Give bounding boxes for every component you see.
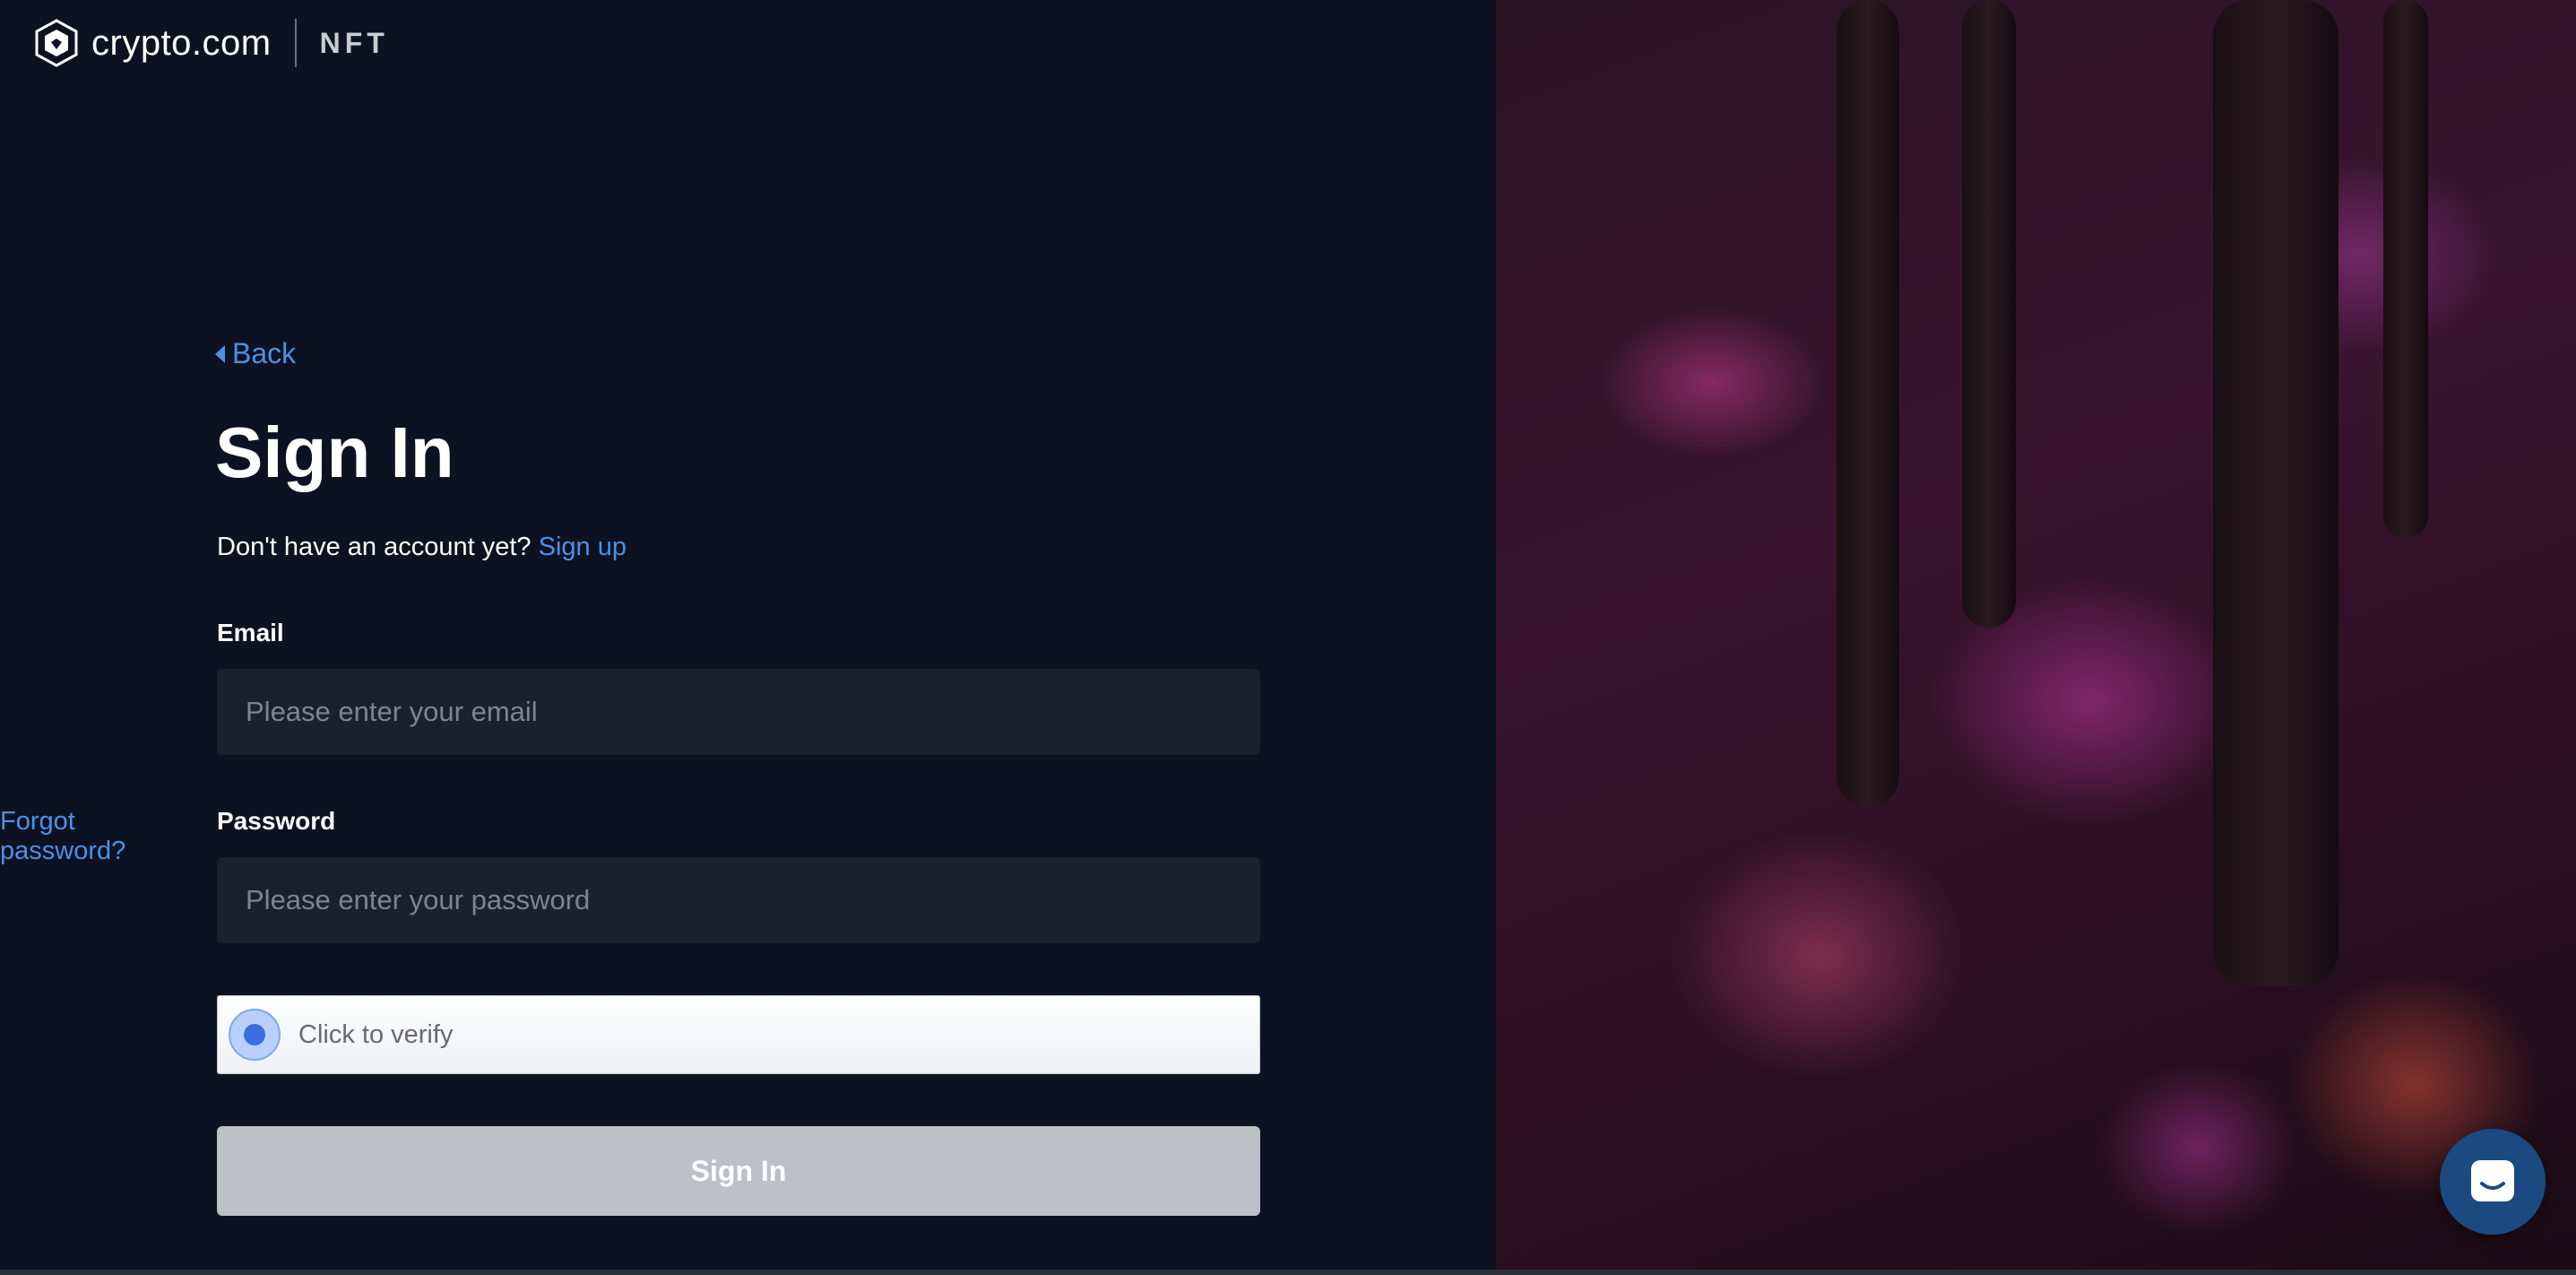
caret-left-icon <box>215 344 225 363</box>
sign-in-button[interactable]: Sign In <box>217 1126 1260 1216</box>
captcha-label: Click to verify <box>298 1019 454 1049</box>
signup-prompt: Don't have an account yet? <box>217 533 532 561</box>
signup-prompt-line: Don't have an account yet? Sign up <box>217 533 627 562</box>
forest-hero-image <box>1496 0 2576 1275</box>
logo-divider <box>294 19 297 67</box>
product-name: NFT <box>319 26 389 59</box>
back-label: Back <box>232 337 297 369</box>
email-input[interactable] <box>217 669 1260 755</box>
brand-name: crypto.com <box>91 22 272 63</box>
signup-link[interactable]: Sign up <box>539 533 627 561</box>
chat-launcher-button[interactable] <box>2440 1129 2546 1235</box>
back-link[interactable]: Back <box>215 337 296 370</box>
forgot-password-link[interactable]: Forgot password? <box>0 807 180 866</box>
password-input[interactable] <box>217 857 1260 943</box>
email-label: Email <box>217 619 284 646</box>
tree-trunk <box>1962 0 2016 628</box>
page-title: Sign In <box>215 412 454 492</box>
crypto-com-lion-icon <box>35 19 78 67</box>
password-label: Password <box>217 807 336 835</box>
tree-trunk <box>2383 0 2428 538</box>
tree-trunk <box>2213 0 2338 986</box>
captcha-verify-button[interactable]: Click to verify <box>217 995 1260 1074</box>
verify-radio-icon <box>229 1009 281 1061</box>
bottom-edge <box>0 1270 2576 1275</box>
sign-in-panel: crypto.com NFT Back Sign In Don't have a… <box>0 0 1496 1275</box>
chat-bubble-icon <box>2471 1160 2514 1201</box>
tree-trunk <box>1837 0 1899 807</box>
brand-logo[interactable]: crypto.com NFT <box>34 18 389 68</box>
